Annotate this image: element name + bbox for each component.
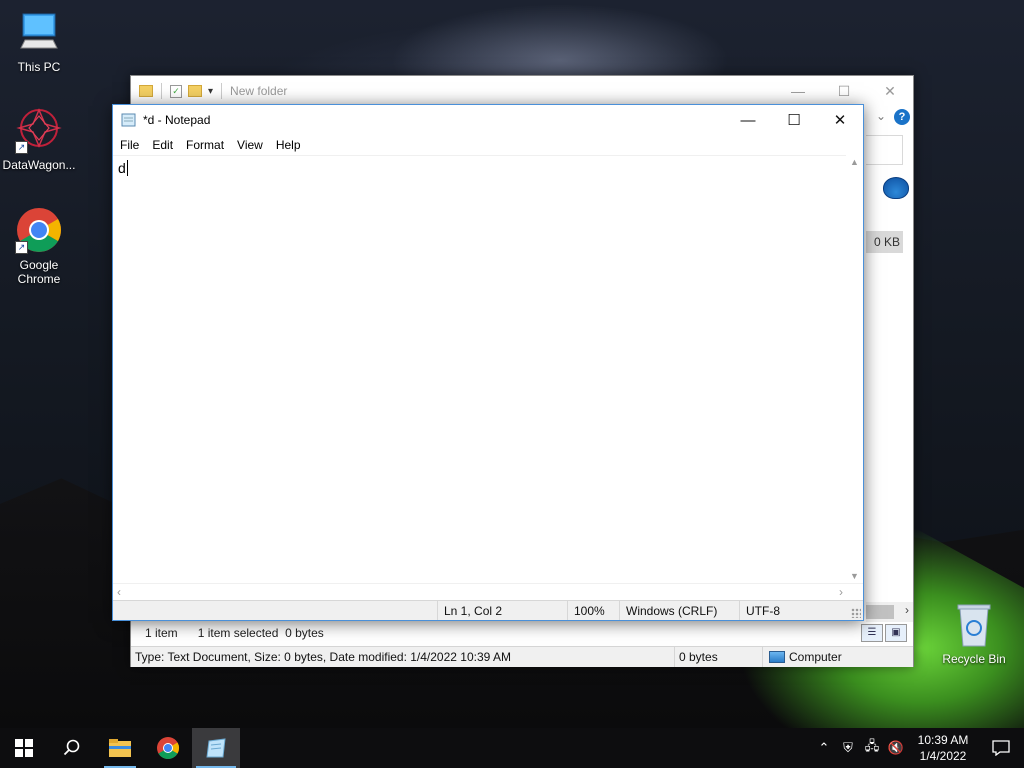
menu-edit[interactable]: Edit bbox=[147, 138, 181, 152]
menu-bar: File Edit Format View Help bbox=[113, 135, 863, 155]
taskbar-file-explorer[interactable] bbox=[96, 728, 144, 768]
resize-grip-icon[interactable] bbox=[851, 608, 861, 618]
search-input[interactable] bbox=[866, 135, 903, 165]
desktop-icon-label: This PC bbox=[17, 60, 61, 74]
shortcut-arrow-icon: ↗ bbox=[15, 141, 28, 154]
system-tray: ⌃ ⛨ 🖧 🔇 10:39 AM 1/4/2022 bbox=[812, 728, 1024, 768]
window-title: *d - Notepad bbox=[143, 113, 211, 127]
file-size-cell: 0 KB bbox=[866, 231, 903, 253]
taskbar-chrome[interactable] bbox=[144, 728, 192, 768]
search-button[interactable] bbox=[48, 728, 96, 768]
line-ending: Windows (CRLF) bbox=[619, 601, 739, 620]
notepad-minimize-button[interactable]: — bbox=[725, 105, 771, 135]
desktop-icon-label: DataWagon... bbox=[2, 158, 76, 172]
menu-format[interactable]: Format bbox=[181, 138, 232, 152]
cursor-position: Ln 1, Col 2 bbox=[437, 601, 567, 620]
notepad-close-button[interactable]: ✕ bbox=[817, 105, 863, 135]
selection-info: 1 item selected 0 bytes bbox=[197, 626, 324, 640]
zoom-level: 100% bbox=[567, 601, 619, 620]
quick-access-dropdown-icon[interactable]: ▾ bbox=[208, 86, 213, 97]
encoding: UTF-8 bbox=[739, 601, 847, 620]
folder-icon bbox=[139, 85, 153, 97]
file-explorer-icon bbox=[109, 739, 131, 757]
volume-muted-icon[interactable]: 🔇 bbox=[884, 740, 908, 756]
chrome-icon: ↗ bbox=[15, 206, 63, 254]
computer-icon bbox=[769, 651, 785, 663]
desktop-icon-datawagon[interactable]: ↗ DataWagon... bbox=[1, 106, 77, 172]
vertical-scrollbar[interactable]: ▲ ▼ bbox=[846, 155, 863, 583]
scroll-right-icon[interactable]: › bbox=[905, 603, 909, 617]
notepad-window[interactable]: *d - Notepad — ☐ ✕ File Edit Format View… bbox=[112, 104, 864, 621]
explorer-title: New folder bbox=[230, 84, 288, 98]
scroll-down-icon[interactable]: ▼ bbox=[846, 571, 863, 581]
notepad-icon bbox=[206, 738, 226, 758]
desktop-icon-label: Recycle Bin bbox=[942, 652, 1006, 666]
explorer-maximize-button[interactable]: ☐ bbox=[821, 76, 867, 106]
editor-text: d bbox=[118, 160, 126, 176]
details-view-icon[interactable]: ☰ bbox=[861, 624, 883, 642]
new-folder-icon[interactable] bbox=[188, 85, 202, 97]
large-icons-view-icon[interactable]: ▣ bbox=[885, 624, 907, 642]
desktop-icon-chrome[interactable]: ↗ Google Chrome bbox=[1, 206, 77, 286]
windows-logo-icon bbox=[15, 739, 33, 757]
horizontal-scrollbar[interactable]: ‹ › bbox=[113, 583, 863, 600]
explorer-minimize-button[interactable]: — bbox=[775, 76, 821, 106]
recycle-bin-icon bbox=[950, 600, 998, 648]
scroll-left-icon[interactable]: ‹ bbox=[117, 585, 121, 599]
desktop-icon-this-pc[interactable]: This PC bbox=[1, 8, 77, 74]
computer-icon bbox=[15, 8, 63, 56]
desktop-icon-recycle-bin[interactable]: Recycle Bin bbox=[936, 600, 1012, 666]
file-type-info: Type: Text Document, Size: 0 bytes, Date… bbox=[131, 647, 675, 667]
search-icon bbox=[63, 739, 80, 756]
shortcut-arrow-icon: ↗ bbox=[15, 241, 28, 254]
item-count: 1 item bbox=[145, 626, 178, 640]
start-button[interactable] bbox=[0, 728, 48, 768]
explorer-horizontal-scrollbar[interactable]: › bbox=[866, 602, 913, 622]
notepad-status-bar: Ln 1, Col 2 100% Windows (CRLF) UTF-8 bbox=[113, 600, 863, 620]
datawagon-icon: ↗ bbox=[15, 106, 63, 154]
clock-date: 1/4/2022 bbox=[919, 749, 967, 763]
notepad-icon bbox=[121, 113, 137, 127]
explorer-details-bar: Type: Text Document, Size: 0 bytes, Date… bbox=[131, 646, 913, 667]
menu-file[interactable]: File bbox=[115, 138, 147, 152]
scrollbar-thumb[interactable] bbox=[866, 605, 894, 619]
properties-icon[interactable]: ✓ bbox=[170, 84, 182, 98]
text-caret bbox=[126, 160, 128, 176]
scroll-up-icon[interactable]: ▲ bbox=[846, 157, 863, 167]
taskbar-notepad[interactable] bbox=[192, 728, 240, 768]
network-icon[interactable]: 🖧 bbox=[860, 737, 884, 759]
explorer-close-button[interactable]: ✕ bbox=[867, 76, 913, 106]
chrome-icon bbox=[157, 737, 179, 759]
help-icon[interactable]: ? bbox=[894, 109, 910, 125]
clock-time: 10:39 AM bbox=[917, 733, 969, 747]
clock[interactable]: 10:39 AM 1/4/2022 bbox=[908, 732, 978, 764]
desktop-icon-label: Google Chrome bbox=[17, 258, 61, 286]
show-hidden-icons-icon[interactable]: ⌃ bbox=[812, 740, 836, 756]
taskbar: ⌃ ⛨ 🖧 🔇 10:39 AM 1/4/2022 bbox=[0, 728, 1024, 768]
location-info: Computer bbox=[763, 647, 842, 667]
menu-help[interactable]: Help bbox=[271, 138, 309, 152]
file-bytes: 0 bytes bbox=[675, 647, 763, 667]
text-editor[interactable]: d bbox=[113, 155, 846, 583]
notepad-maximize-button[interactable]: ☐ bbox=[771, 105, 817, 135]
notification-icon bbox=[992, 740, 1010, 756]
security-icon[interactable]: ⛨ bbox=[836, 740, 860, 756]
ribbon-expand-icon[interactable]: ⌄ bbox=[876, 109, 886, 123]
explorer-status-bar: 1 item 1 item selected 0 bytes bbox=[131, 622, 915, 644]
menu-view[interactable]: View bbox=[232, 138, 271, 152]
shell-icon[interactable] bbox=[883, 177, 909, 199]
notification-center-button[interactable] bbox=[978, 740, 1024, 756]
scroll-right-icon[interactable]: › bbox=[839, 585, 843, 599]
